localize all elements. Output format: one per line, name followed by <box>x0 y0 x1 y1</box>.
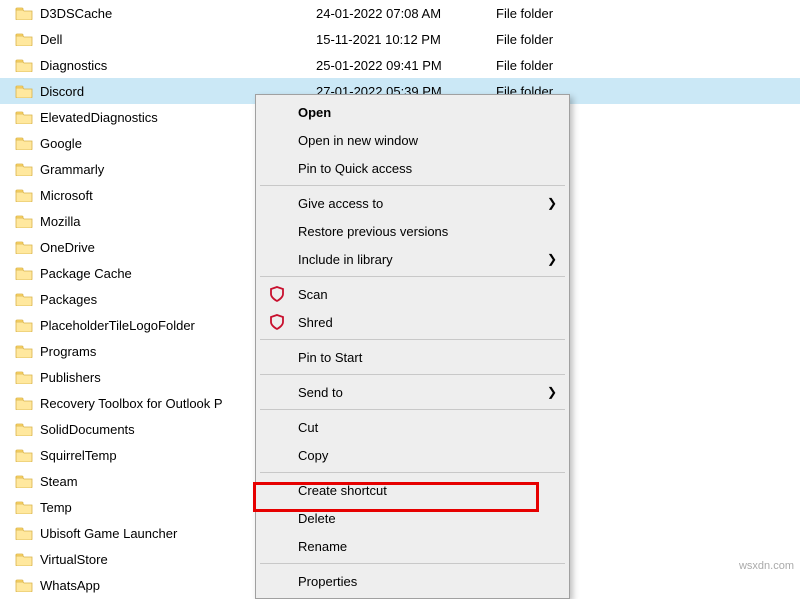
menu-cut[interactable]: Cut <box>258 413 567 441</box>
folder-icon <box>12 552 36 566</box>
folder-icon <box>12 500 36 514</box>
folder-icon <box>12 292 36 306</box>
menu-separator <box>260 563 565 564</box>
menu-send-to-label: Send to <box>298 385 343 400</box>
menu-include-library-label: Include in library <box>298 252 393 267</box>
menu-copy[interactable]: Copy <box>258 441 567 469</box>
menu-pin-quick-access-label: Pin to Quick access <box>298 161 412 176</box>
menu-open-new-window[interactable]: Open in new window <box>258 126 567 154</box>
file-row[interactable]: D3DSCache24-01-2022 07:08 AMFile folder <box>0 0 800 26</box>
menu-delete-label: Delete <box>298 511 336 526</box>
folder-icon <box>12 474 36 488</box>
folder-icon <box>12 58 36 72</box>
menu-pin-start-label: Pin to Start <box>298 350 362 365</box>
folder-icon <box>12 422 36 436</box>
menu-give-access[interactable]: Give access to ❯ <box>258 189 567 217</box>
folder-icon <box>12 370 36 384</box>
menu-pin-start[interactable]: Pin to Start <box>258 343 567 371</box>
menu-scan-label: Scan <box>298 287 328 302</box>
watermark: wsxdn.com <box>739 560 794 572</box>
file-date: 25-01-2022 09:41 PM <box>316 58 496 73</box>
menu-delete[interactable]: Delete <box>258 504 567 532</box>
folder-icon <box>12 266 36 280</box>
menu-separator <box>260 374 565 375</box>
chevron-right-icon: ❯ <box>547 385 557 399</box>
menu-open[interactable]: Open <box>258 98 567 126</box>
folder-icon <box>12 448 36 462</box>
menu-separator <box>260 185 565 186</box>
menu-copy-label: Copy <box>298 448 328 463</box>
menu-open-new-window-label: Open in new window <box>298 133 418 148</box>
folder-icon <box>12 110 36 124</box>
file-name: Dell <box>36 32 316 47</box>
file-row[interactable]: Dell15-11-2021 10:12 PMFile folder <box>0 26 800 52</box>
folder-icon <box>12 84 36 98</box>
folder-icon <box>12 162 36 176</box>
menu-open-label: Open <box>298 105 331 120</box>
file-type: File folder <box>496 32 616 47</box>
file-type: File folder <box>496 58 616 73</box>
file-date: 15-11-2021 10:12 PM <box>316 32 496 47</box>
folder-icon <box>12 396 36 410</box>
file-row[interactable]: Diagnostics25-01-2022 09:41 PMFile folde… <box>0 52 800 78</box>
folder-icon <box>12 214 36 228</box>
folder-icon <box>12 578 36 592</box>
menu-shred-label: Shred <box>298 315 333 330</box>
menu-create-shortcut[interactable]: Create shortcut <box>258 476 567 504</box>
context-menu: Open Open in new window Pin to Quick acc… <box>255 94 570 599</box>
folder-icon <box>12 240 36 254</box>
menu-include-library[interactable]: Include in library ❯ <box>258 245 567 273</box>
file-type: File folder <box>496 6 616 21</box>
menu-separator <box>260 276 565 277</box>
menu-properties[interactable]: Properties <box>258 567 567 595</box>
folder-icon <box>12 344 36 358</box>
file-name: D3DSCache <box>36 6 316 21</box>
menu-give-access-label: Give access to <box>298 196 383 211</box>
menu-separator <box>260 339 565 340</box>
menu-restore-versions[interactable]: Restore previous versions <box>258 217 567 245</box>
menu-cut-label: Cut <box>298 420 318 435</box>
folder-icon <box>12 6 36 20</box>
mcafee-shield-icon <box>268 313 286 331</box>
menu-rename-label: Rename <box>298 539 347 554</box>
chevron-right-icon: ❯ <box>547 196 557 210</box>
menu-send-to[interactable]: Send to ❯ <box>258 378 567 406</box>
menu-separator <box>260 409 565 410</box>
menu-separator <box>260 472 565 473</box>
file-name: Diagnostics <box>36 58 316 73</box>
menu-scan[interactable]: Scan <box>258 280 567 308</box>
folder-icon <box>12 526 36 540</box>
folder-icon <box>12 32 36 46</box>
mcafee-shield-icon <box>268 285 286 303</box>
folder-icon <box>12 188 36 202</box>
chevron-right-icon: ❯ <box>547 252 557 266</box>
menu-shred[interactable]: Shred <box>258 308 567 336</box>
folder-icon <box>12 136 36 150</box>
menu-properties-label: Properties <box>298 574 357 589</box>
menu-restore-versions-label: Restore previous versions <box>298 224 448 239</box>
menu-pin-quick-access[interactable]: Pin to Quick access <box>258 154 567 182</box>
folder-icon <box>12 318 36 332</box>
menu-create-shortcut-label: Create shortcut <box>298 483 387 498</box>
file-date: 24-01-2022 07:08 AM <box>316 6 496 21</box>
menu-rename[interactable]: Rename <box>258 532 567 560</box>
